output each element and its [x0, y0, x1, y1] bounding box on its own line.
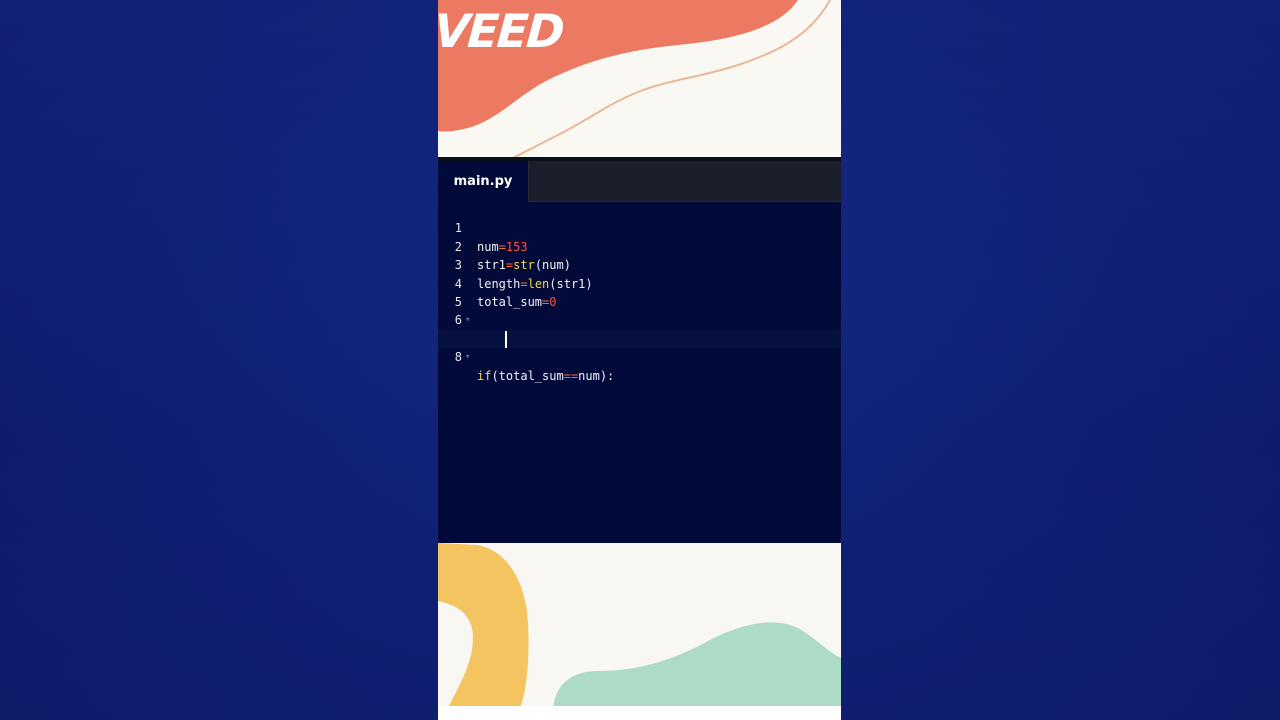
code-line[interactable]: 1 num=153: [438, 201, 841, 253]
code-line[interactable]: 2 str1=str(num): [438, 219, 841, 272]
tab-main-py[interactable]: main.py: [438, 161, 529, 202]
yellow-mint-blobs-graphic: [438, 543, 841, 720]
video-frame: VEED main.py 1 num=153 2 str1=str(num) 3…: [0, 0, 1280, 720]
line-number: 8: [454, 350, 462, 365]
code-line-active[interactable]: 8: [438, 329, 841, 364]
code-area[interactable]: 1 num=153 2 str1=str(num) 3 length=len(s…: [438, 201, 841, 383]
veed-watermark-logo: VEED: [438, 4, 565, 58]
code-line[interactable]: 3 length=len(str1): [438, 238, 841, 290]
decorative-footer-art: [438, 543, 841, 720]
code-line[interactable]: 5 ▾ for i in range(0,length):: [438, 275, 841, 346]
blurred-background-left: [0, 0, 438, 720]
blurred-background-right: [842, 0, 1280, 720]
code-line[interactable]: 7 ▾ if(total_sum==num):: [438, 311, 841, 383]
code-line[interactable]: 4 total_sum=0: [438, 256, 841, 309]
code-editor[interactable]: main.py 1 num=153 2 str1=str(num) 3 leng…: [438, 161, 841, 543]
decorative-header-art: VEED: [438, 0, 841, 158]
vertical-video-content: VEED main.py 1 num=153 2 str1=str(num) 3…: [438, 0, 841, 720]
code-line[interactable]: 6 total_sum=(int(str1[i])**length+total_…: [438, 293, 841, 345]
editor-tab-bar: main.py: [438, 161, 841, 202]
text-cursor: [505, 330, 507, 348]
